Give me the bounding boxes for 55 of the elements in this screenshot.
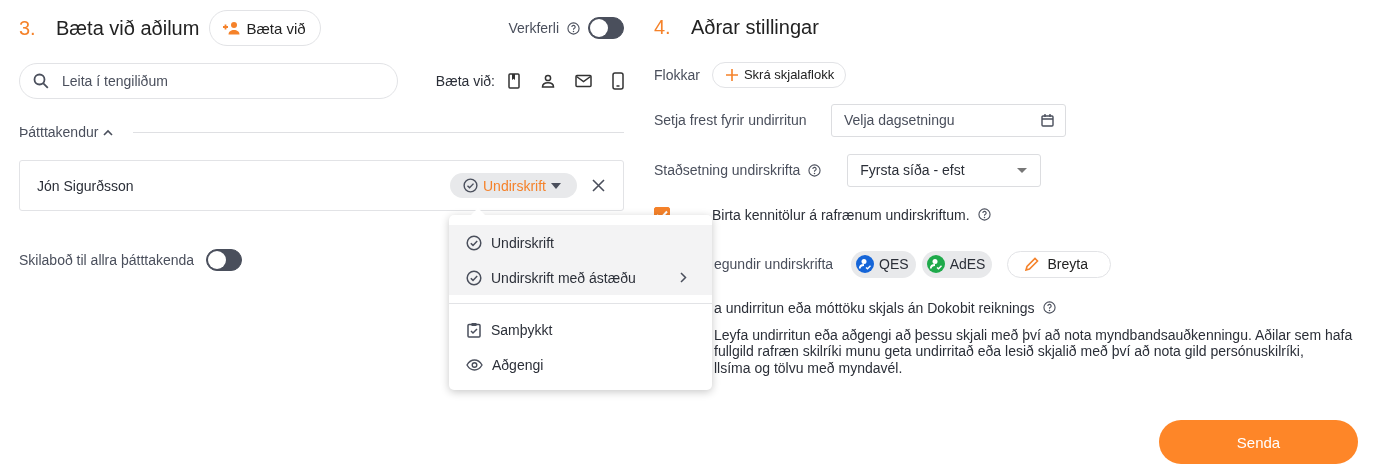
person-add-icon: [222, 21, 241, 35]
position-label: Staðsetning undirskrifta: [654, 162, 801, 178]
phone-icon[interactable]: [612, 72, 624, 90]
section-number: 3.: [19, 16, 37, 40]
participants-toggle[interactable]: Þátttakendur: [19, 124, 114, 140]
menu-item[interactable]: Undirskrift með ástæðu: [449, 260, 712, 295]
show-id-label: Birta kennitölur á rafrænum undirskriftum.: [712, 206, 970, 223]
chevron-icon: [103, 128, 114, 136]
categories-label: Flokkar: [654, 66, 700, 83]
pencil-icon: [1025, 257, 1040, 271]
clipboard-check-icon: [466, 321, 482, 338]
description-text: Leyfa undirritun eða aðgengi að þessu skjali með því að nota myndbandsauðkenningu. Aðilar sem hafa: [714, 326, 1353, 343]
menu-item[interactable]: Samþykkt: [449, 312, 712, 347]
help-icon[interactable]: [808, 163, 822, 177]
workflow-label: Verkferli: [508, 20, 559, 36]
calendar-icon: [1041, 113, 1054, 127]
workflow-toggle[interactable]: [588, 17, 624, 39]
signature-type-tag: QES: [851, 250, 916, 278]
search-icon: [33, 73, 49, 89]
message-all-label: Skilaboð til allra þátttakenda: [19, 252, 195, 268]
eye-icon: [466, 358, 483, 371]
menu-item[interactable]: Undirskrift: [449, 225, 712, 260]
plus-icon: [725, 68, 738, 81]
date-field[interactable]: Velja dagsetningu: [831, 103, 1066, 137]
section-title: Bæta við aðilum: [56, 16, 200, 40]
description-text: llsíma og tölvu með myndavél.: [714, 359, 903, 376]
close-icon[interactable]: [592, 179, 605, 192]
help-icon[interactable]: [1042, 301, 1056, 314]
book-icon[interactable]: [507, 73, 521, 89]
no-account-label: a undirritun eða móttöku skjals án Dokobit reiknings: [714, 299, 1035, 316]
search-field[interactable]: Leita í tengiliðum: [19, 63, 398, 99]
menu-item[interactable]: Aðgengi: [449, 347, 712, 382]
add-participant-button[interactable]: Bæta við: [209, 10, 321, 46]
section-title: Aðrar stillingar: [691, 16, 819, 40]
check-circle-icon: [466, 234, 482, 251]
caret-icon: [1017, 167, 1028, 173]
person-icon[interactable]: [541, 73, 555, 89]
message-all-toggle[interactable]: [206, 249, 243, 271]
add-category-button[interactable]: Skrá skjalaflokk: [711, 61, 847, 88]
mail-icon[interactable]: [575, 74, 592, 88]
description-text: fullgild rafræn skilríki munu geta undirritað eða lesið skjalið með því að nota gild persónuskilríki,: [714, 343, 1304, 360]
section-number: 4.: [654, 16, 672, 40]
caret-icon: [551, 182, 561, 189]
check-circle-icon: [463, 178, 478, 193]
signature-type-tag: AdES: [921, 250, 993, 278]
deadline-label: Setja frest fyrir undirritun: [654, 112, 808, 128]
help-icon[interactable]: [977, 208, 991, 221]
help-icon[interactable]: [567, 21, 580, 35]
add-via-label: Bæta við:: [435, 73, 495, 89]
position-select[interactable]: Fyrsta síða - efst: [847, 153, 1042, 187]
participant-name: Jón Sigurðsson: [37, 177, 134, 194]
signature-types-label: egundir undirskrifta: [714, 256, 834, 272]
check-circle-icon: [466, 269, 482, 286]
chevron-right-icon: [680, 272, 687, 283]
edit-button[interactable]: Breyta: [1007, 250, 1111, 278]
